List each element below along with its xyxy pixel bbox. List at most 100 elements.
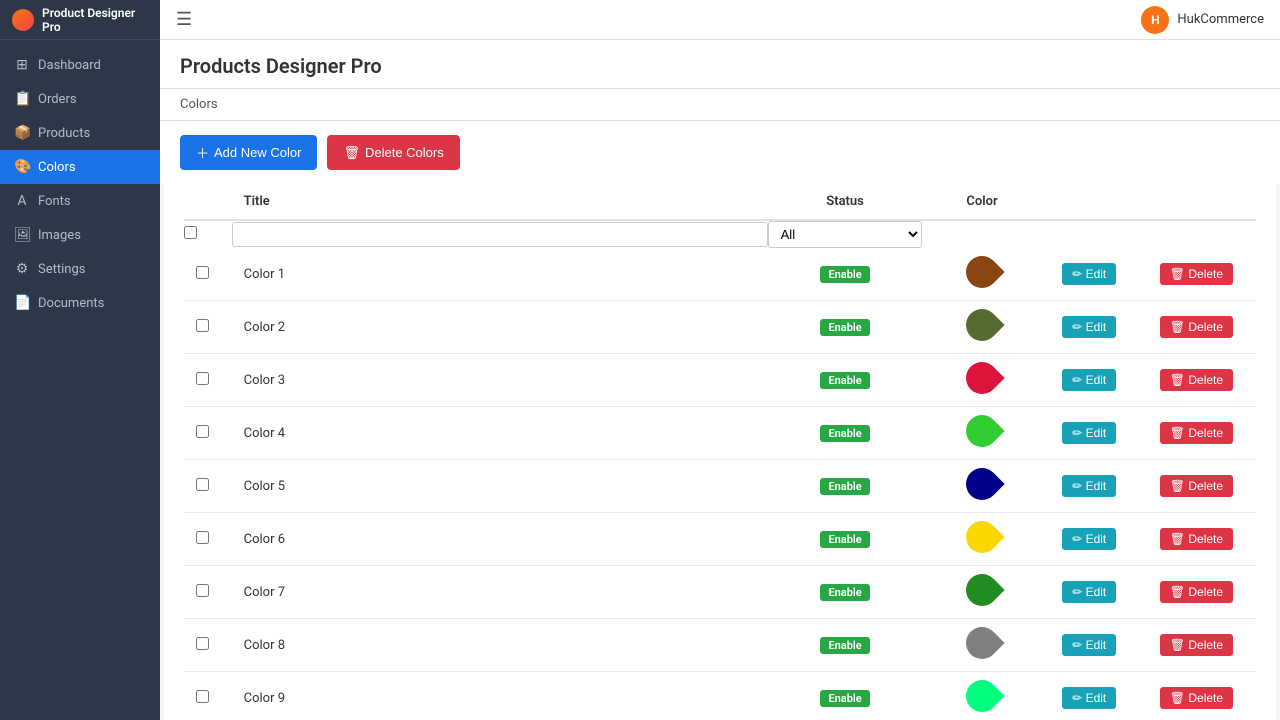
delete-button-3[interactable]: 🗑 Delete bbox=[1160, 369, 1233, 391]
table-row: Color 6 Enable ✏ Edit 🗑 Delete bbox=[184, 513, 1256, 566]
content-area: Products Designer Pro Colors ＋ Add New C… bbox=[160, 40, 1280, 720]
delete-button-4[interactable]: 🗑 Delete bbox=[1160, 422, 1233, 444]
sidebar-item-settings[interactable]: ⚙Settings bbox=[0, 252, 160, 286]
row-checkbox-6[interactable] bbox=[196, 531, 209, 544]
breadcrumb: Colors bbox=[160, 89, 1280, 121]
delete-button-8[interactable]: 🗑 Delete bbox=[1160, 634, 1233, 656]
row-color-3 bbox=[922, 354, 1041, 407]
sidebar-header: Product Designer Pro bbox=[0, 0, 160, 40]
row-status-4: Enable bbox=[768, 407, 923, 460]
row-status-5: Enable bbox=[768, 460, 923, 513]
topbar-left: ☰ bbox=[176, 9, 192, 30]
table-row: Color 7 Enable ✏ Edit 🗑 Delete bbox=[184, 566, 1256, 619]
avatar-initial: H bbox=[1151, 13, 1159, 27]
row-checkbox-3[interactable] bbox=[196, 372, 209, 385]
row-title-8: Color 8 bbox=[232, 619, 768, 672]
edit-button-5[interactable]: ✏ Edit bbox=[1062, 475, 1116, 497]
delete-button-7[interactable]: 🗑 Delete bbox=[1160, 581, 1233, 603]
row-color-9 bbox=[922, 672, 1041, 720]
sidebar-item-label: Images bbox=[38, 228, 81, 243]
sidebar-item-colors[interactable]: 🎨Colors bbox=[0, 150, 160, 184]
col-header-edit bbox=[1042, 184, 1137, 220]
row-title-5: Color 5 bbox=[232, 460, 768, 513]
delete-button-1[interactable]: 🗑 Delete bbox=[1160, 263, 1233, 285]
sidebar: Product Designer Pro ⊞ Dashboard 📋 Orders 📦P… bbox=[0, 0, 160, 720]
sidebar-item-products[interactable]: 📦Products bbox=[0, 116, 160, 150]
page-title-bar: Products Designer Pro bbox=[160, 40, 1280, 89]
color-swatch-4 bbox=[959, 408, 1004, 453]
avatar: H bbox=[1141, 6, 1169, 34]
color-swatch-6 bbox=[959, 514, 1004, 559]
delete-colors-label: Delete Colors bbox=[365, 145, 444, 160]
color-swatch-8 bbox=[959, 620, 1004, 665]
table-row: Color 8 Enable ✏ Edit 🗑 Delete bbox=[184, 619, 1256, 672]
color-swatch-5 bbox=[959, 461, 1004, 506]
row-title-4: Color 4 bbox=[232, 407, 768, 460]
row-checkbox-2[interactable] bbox=[196, 319, 209, 332]
sidebar-item-label: Orders bbox=[38, 92, 77, 107]
edit-button-9[interactable]: ✏ Edit bbox=[1062, 687, 1116, 709]
sidebar-item-dashboard[interactable]: ⊞ Dashboard bbox=[0, 48, 160, 82]
main-content: ☰ H HukCommerce Products Designer Pro Co… bbox=[160, 0, 1280, 720]
action-bar: ＋ Add New Color 🗑 Delete Colors bbox=[160, 121, 1280, 184]
row-checkbox-8[interactable] bbox=[196, 637, 209, 650]
edit-button-2[interactable]: ✏ Edit bbox=[1062, 316, 1116, 338]
delete-button-6[interactable]: 🗑 Delete bbox=[1160, 528, 1233, 550]
add-color-button[interactable]: ＋ Add New Color bbox=[180, 135, 317, 170]
row-color-4 bbox=[922, 407, 1041, 460]
row-title-1: Color 1 bbox=[232, 248, 768, 301]
sidebar-item-label: Fonts bbox=[38, 194, 71, 209]
table-row: Color 2 Enable ✏ Edit 🗑 Delete bbox=[184, 301, 1256, 354]
row-status-3: Enable bbox=[768, 354, 923, 407]
row-status-8: Enable bbox=[768, 619, 923, 672]
colors-table: Title Status Color bbox=[184, 184, 1256, 720]
delete-button-9[interactable]: 🗑 Delete bbox=[1160, 687, 1233, 709]
row-checkbox-1[interactable] bbox=[196, 266, 209, 279]
row-checkbox-5[interactable] bbox=[196, 478, 209, 491]
edit-button-7[interactable]: ✏ Edit bbox=[1062, 581, 1116, 603]
topbar-right: H HukCommerce bbox=[1141, 6, 1264, 34]
select-all-checkbox[interactable] bbox=[184, 226, 197, 239]
colors-icon: 🎨 bbox=[14, 159, 30, 175]
delete-colors-button[interactable]: 🗑 Delete Colors bbox=[327, 135, 459, 170]
status-filter-select[interactable]: AllEnableDisable bbox=[768, 221, 923, 248]
row-color-6 bbox=[922, 513, 1041, 566]
table-row: Color 3 Enable ✏ Edit 🗑 Delete bbox=[184, 354, 1256, 407]
row-title-6: Color 6 bbox=[232, 513, 768, 566]
delete-button-5[interactable]: 🗑 Delete bbox=[1160, 475, 1233, 497]
edit-button-3[interactable]: ✏ Edit bbox=[1062, 369, 1116, 391]
row-status-2: Enable bbox=[768, 301, 923, 354]
images-icon: 🖼 bbox=[14, 227, 30, 243]
edit-button-4[interactable]: ✏ Edit bbox=[1062, 422, 1116, 444]
col-header-color: Color bbox=[922, 184, 1041, 220]
edit-button-6[interactable]: ✏ Edit bbox=[1062, 528, 1116, 550]
row-status-6: Enable bbox=[768, 513, 923, 566]
delete-button-2[interactable]: 🗑 Delete bbox=[1160, 316, 1233, 338]
sidebar-item-images[interactable]: 🖼 Images bbox=[0, 218, 160, 252]
row-checkbox-7[interactable] bbox=[196, 584, 209, 597]
sidebar-item-orders[interactable]: 📋 Orders bbox=[0, 82, 160, 116]
sidebar-item-fonts[interactable]: AFonts bbox=[0, 184, 160, 218]
menu-toggle-icon[interactable]: ☰ bbox=[176, 9, 192, 30]
trash-icon: 🗑 bbox=[343, 145, 360, 161]
row-status-9: Enable bbox=[768, 672, 923, 720]
row-color-2 bbox=[922, 301, 1041, 354]
edit-button-1[interactable]: ✏ Edit bbox=[1062, 263, 1116, 285]
sidebar-item-documents[interactable]: 📄Documents bbox=[0, 286, 160, 320]
edit-button-8[interactable]: ✏ Edit bbox=[1062, 634, 1116, 656]
row-status-7: Enable bbox=[768, 566, 923, 619]
sidebar-item-label: Dashboard bbox=[38, 58, 101, 73]
row-checkbox-9[interactable] bbox=[196, 690, 209, 703]
row-title-7: Color 7 bbox=[232, 566, 768, 619]
row-checkbox-4[interactable] bbox=[196, 425, 209, 438]
color-swatch-1 bbox=[959, 249, 1004, 294]
username: HukCommerce bbox=[1177, 12, 1264, 27]
topbar: ☰ H HukCommerce bbox=[160, 0, 1280, 40]
dashboard-icon: ⊞ bbox=[14, 57, 30, 73]
col-header-status: Status bbox=[768, 184, 923, 220]
breadcrumb-text: Colors bbox=[180, 97, 218, 112]
table-container: Title Status Color bbox=[164, 184, 1276, 720]
orders-icon: 📋 bbox=[14, 91, 30, 107]
plus-icon: ＋ bbox=[196, 143, 209, 162]
title-filter-input[interactable] bbox=[232, 222, 768, 247]
